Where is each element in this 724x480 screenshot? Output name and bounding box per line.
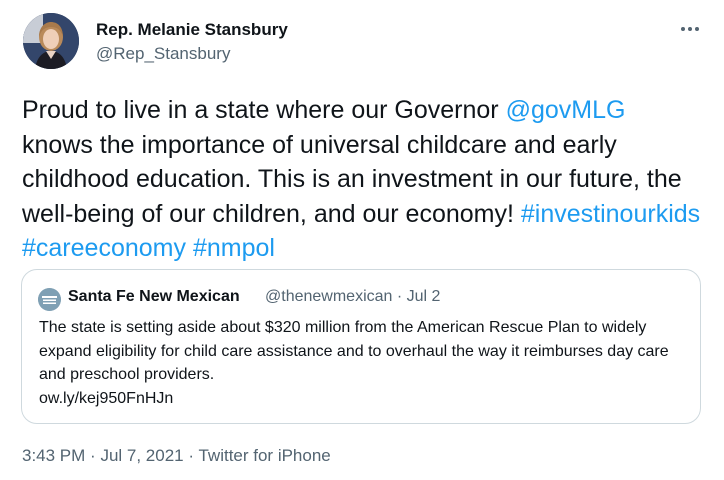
separator-dot: · bbox=[90, 446, 96, 465]
quoted-avatar[interactable] bbox=[38, 288, 61, 311]
tweet-footer: 3:43 PM · Jul 7, 2021 · Twitter for iPho… bbox=[22, 446, 331, 466]
quoted-tweet[interactable]: Santa Fe New Mexican @thenewmexican · Ju… bbox=[21, 269, 701, 424]
hashtag-link[interactable]: #nmpol bbox=[193, 234, 275, 262]
newspaper-logo-icon bbox=[38, 288, 61, 311]
tweet-text-part: Proud to live in a state where our Gover… bbox=[22, 96, 506, 124]
author-photo bbox=[23, 13, 79, 69]
tweet-time[interactable]: 3:43 PM bbox=[22, 446, 85, 465]
author-handle[interactable]: @Rep_Stansbury bbox=[96, 44, 230, 64]
more-horizontal-icon bbox=[681, 27, 685, 31]
quoted-body: The state is setting aside about $320 mi… bbox=[39, 319, 669, 383]
more-horizontal-icon-dot bbox=[695, 27, 699, 31]
tweet-text: Proud to live in a state where our Gover… bbox=[22, 93, 702, 266]
quoted-text: The state is setting aside about $320 mi… bbox=[39, 316, 689, 410]
more-horizontal-icon-dot bbox=[688, 27, 692, 31]
tweet-source[interactable]: Twitter for iPhone bbox=[198, 446, 330, 465]
separator-dot: · bbox=[188, 446, 195, 465]
quoted-url-link[interactable]: ow.ly/kej950FnHJn bbox=[39, 387, 689, 411]
hashtag-link[interactable]: #careeconomy bbox=[22, 234, 186, 262]
hashtag-link[interactable]: #investinourkids bbox=[521, 200, 700, 228]
tweet-date[interactable]: Jul 7, 2021 bbox=[100, 446, 183, 465]
separator-dot: · bbox=[396, 288, 403, 305]
quoted-meta: @thenewmexican · Jul 2 bbox=[265, 288, 440, 306]
quoted-author-handle[interactable]: @thenewmexican bbox=[265, 288, 392, 305]
quoted-date[interactable]: Jul 2 bbox=[407, 288, 441, 305]
author-name[interactable]: Rep. Melanie Stansbury bbox=[96, 20, 288, 40]
more-options-button[interactable] bbox=[676, 18, 704, 40]
author-avatar[interactable] bbox=[23, 13, 79, 69]
quoted-author-name[interactable]: Santa Fe New Mexican bbox=[68, 288, 240, 306]
mention-link[interactable]: @govMLG bbox=[506, 96, 626, 124]
tweet: Rep. Melanie Stansbury @Rep_Stansbury Pr… bbox=[0, 0, 724, 480]
